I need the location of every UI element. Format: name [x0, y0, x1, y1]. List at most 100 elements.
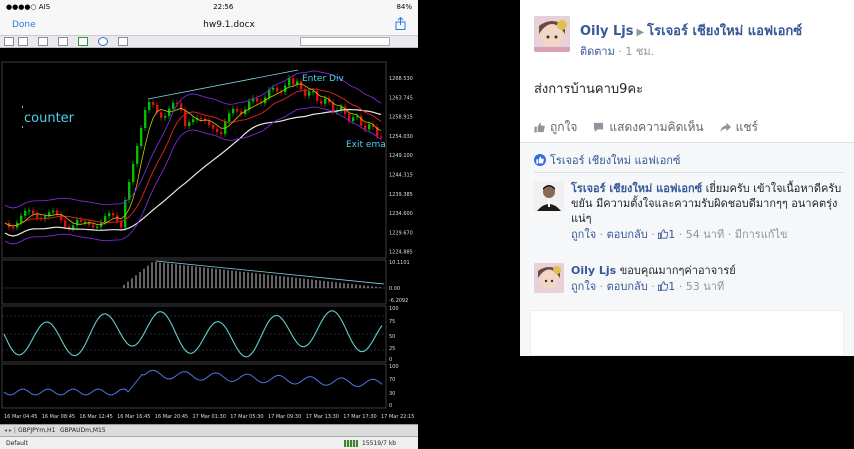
battery-label: 84% [396, 3, 412, 11]
candle-body [212, 124, 215, 129]
candle-body [152, 102, 155, 105]
candle-body [32, 210, 35, 214]
chart-toolbar [0, 36, 418, 48]
document-title: hw9.1.docx [203, 19, 255, 30]
toolbar-icon [38, 37, 48, 46]
toolbar-icon [58, 37, 68, 46]
group-name-link[interactable]: โรเจอร์ เชียงใหม่ แอฟเอกซ์ [647, 24, 802, 39]
price-tick-label: 1254.030 [389, 134, 413, 140]
candle-body [228, 113, 231, 122]
edited-label[interactable]: มีการแก้ไข [735, 228, 788, 241]
candle-body [308, 91, 311, 96]
time-tick-label: 16 Mar 08:45 [42, 414, 75, 420]
traffic-label: 15519/7 kb [362, 440, 397, 447]
likes-summary[interactable]: โรเจอร์ เชียงใหม่ แอฟเอกซ์ [534, 151, 680, 169]
share-icon[interactable] [366, 16, 406, 33]
comment-time[interactable]: 54 นาที [686, 228, 724, 241]
avatar[interactable] [534, 16, 570, 52]
like-button[interactable]: ถูกใจ [534, 118, 577, 137]
post-card: Oily Ljs ▶ โรเจอร์ เชียงใหม่ แอฟเอกซ์ ติดต… [520, 0, 854, 143]
done-button[interactable]: Done [12, 20, 92, 30]
comment-time[interactable]: 53 นาที [686, 280, 724, 293]
plus-icon [78, 37, 88, 46]
chart-tabs: ◂ ▸ | GBPJPYm,H1 GBPAUDm,M15 [0, 424, 418, 436]
avatar[interactable] [534, 181, 564, 211]
carrier-label: ●●●●○ AIS [6, 3, 51, 11]
document-viewer: ●●●●○ AIS 22:56 84% Done hw9.1.docx 1268… [0, 0, 418, 449]
candle-body [188, 122, 191, 126]
post-header: Oily Ljs ▶ โรเจอร์ เชียงใหม่ แอฟเอกซ์ [580, 20, 802, 41]
time-tick-label: 16 Mar 20:45 [155, 414, 188, 420]
comment-like-count[interactable]: 1 [668, 280, 675, 293]
tab-gbpjpy[interactable]: GBPJPYm,H1 [18, 427, 55, 434]
candle-body [368, 124, 371, 130]
price-tick-label: 1263.745 [389, 95, 413, 101]
thumbs-up-icon [534, 122, 545, 133]
candle-body [12, 227, 15, 229]
clock-label: 22:56 [213, 3, 234, 11]
avatar[interactable] [534, 263, 564, 293]
candle-body [52, 210, 55, 213]
commenter-name-link[interactable]: โรเจอร์ เชียงใหม่ แอฟเอกซ์ [571, 182, 702, 195]
comment-like-link[interactable]: ถูกใจ [571, 280, 596, 293]
toolbar-icon [18, 37, 28, 46]
price-tick-label: 1224.885 [389, 250, 413, 256]
candle-body [324, 98, 327, 104]
macd-tick-label: -6.2092 [389, 298, 408, 304]
price-tick-label: 1229.670 [389, 230, 413, 236]
candle-body [320, 100, 323, 104]
follow-link[interactable]: ติดตาม [580, 45, 615, 58]
forex-chart: 1268.530 1263.745 1258.915 1254.030 1249.100… [0, 48, 418, 424]
rsi-tick-label: 30 [389, 391, 395, 397]
comment-like-count[interactable]: 1 [668, 228, 675, 241]
arrow-right-icon: ▶ [636, 27, 645, 38]
black-gap [418, 0, 520, 449]
ema-yellow-line [4, 83, 382, 227]
like-reaction-icon [534, 154, 546, 166]
candle-body [136, 146, 139, 164]
refresh-icon [98, 37, 108, 46]
document-nav-bar: Done hw9.1.docx [0, 14, 418, 36]
candle-body [216, 128, 219, 133]
candle-body [64, 220, 67, 227]
candle-body [56, 210, 59, 214]
candle-body [96, 226, 99, 228]
share-arrow-icon [720, 122, 731, 133]
comment-meta: ถูกใจ · ตอบกลับ · 1 · 54 นาที · มีการแก้… [571, 228, 788, 241]
tab-gbpaud[interactable]: GBPAUDm,M15 [60, 427, 106, 434]
author-name-link[interactable]: Oily Ljs [580, 24, 633, 39]
candle-body [200, 118, 203, 120]
comment-icon [594, 122, 604, 133]
facebook-post-panel: Oily Ljs ▶ โรเจอร์ เชียงใหม่ แอฟเอกซ์ ติดต… [520, 0, 854, 449]
toolbar-icon [4, 37, 14, 46]
rsi-line [3, 369, 383, 396]
macd-tick-label: 10.1101 [389, 260, 410, 266]
candle-body [192, 119, 195, 123]
rsi-tick-label: 100 [389, 364, 399, 370]
ema-red-line [4, 88, 382, 227]
candle-body [20, 215, 23, 223]
candle-body [120, 221, 123, 228]
comment-button[interactable]: แสดงความคิดเห็น [593, 118, 704, 137]
comment-reply-link[interactable]: ตอบกลับ [607, 280, 648, 293]
price-tick-label: 1239.385 [389, 192, 413, 198]
stochastic-tick-label: 75 [389, 319, 395, 325]
candle-body [292, 78, 295, 85]
comment-like-link[interactable]: ถูกใจ [571, 228, 596, 241]
candle-body [140, 128, 143, 146]
macd-histogram [2, 260, 386, 289]
time-tick-label: 16 Mar 12:45 [79, 414, 112, 420]
comment-reply-link[interactable]: ตอบกลับ [607, 228, 648, 241]
candle-body [72, 225, 75, 229]
divider [534, 172, 844, 173]
comment-input-area[interactable] [530, 310, 844, 356]
share-button[interactable]: แชร์ [720, 118, 758, 137]
terminal-status-bar: Default 15519/7 kb [0, 436, 418, 449]
post-time[interactable]: 1 ชม. [625, 45, 654, 58]
commenter-name-link[interactable]: Oily Ljs [571, 264, 616, 277]
price-tick-label: 1249.100 [389, 153, 413, 159]
candle-body [28, 210, 31, 212]
stochastic-tick-label: 100 [389, 306, 399, 312]
rsi-tick-label: 0 [389, 403, 392, 409]
rsi-tick-label: 70 [389, 377, 395, 383]
